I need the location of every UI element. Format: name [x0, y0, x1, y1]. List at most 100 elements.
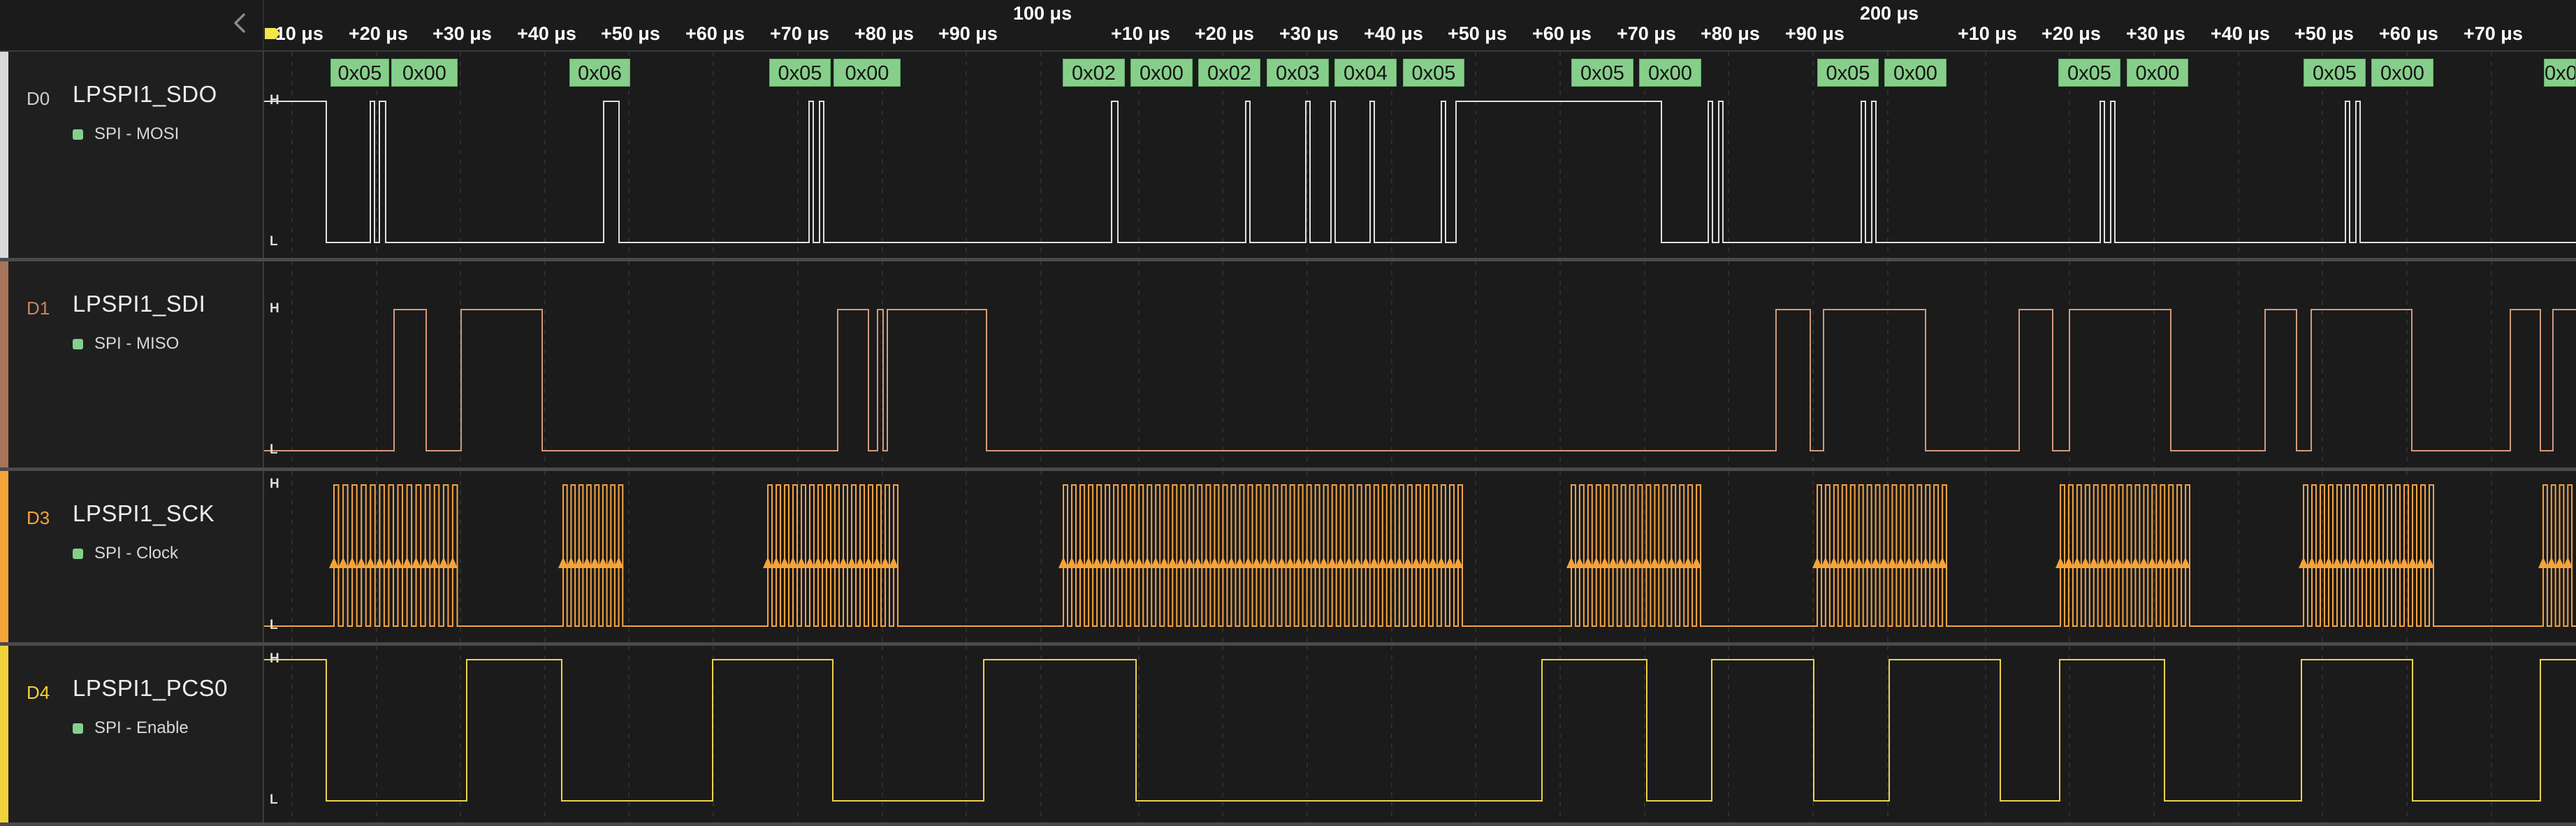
analyzer-label[interactable]: SPI - Enable	[73, 718, 189, 738]
time-tick-label: +60 μs	[685, 23, 745, 44]
clock-edge-arrow-icon	[2164, 557, 2174, 568]
decoded-byte-frame[interactable]: 0x05	[2058, 59, 2120, 87]
time-tick-label: +20 μs	[349, 23, 408, 44]
clock-edge-arrow-icon	[813, 557, 823, 568]
decoded-byte-frame[interactable]: 0x05	[330, 59, 389, 87]
decoded-byte-frame[interactable]: 0x0	[2544, 59, 2576, 87]
clock-edge-arrow-icon	[1377, 557, 1388, 568]
clock-edge-arrow-icon	[365, 557, 376, 568]
clock-edge-arrow-icon	[2172, 557, 2183, 568]
channel-label-panel[interactable]: D1 LPSPI1_SDI SPI - MISO	[8, 261, 263, 468]
clock-edge-arrow-icon	[2055, 557, 2065, 568]
analyzer-name: SPI - Clock	[94, 544, 179, 563]
decoded-byte-frame[interactable]: 0x02	[1063, 59, 1125, 87]
clock-edge-arrow-icon	[1092, 557, 1103, 568]
waveform-area[interactable]: H L 0x05 0x00 0x06 0x05 0x00 0x02 0x00 0x02 0x03 0x…	[264, 52, 2576, 258]
analyzer-label[interactable]: SPI - MOSI	[73, 124, 179, 144]
high-level-label: H	[270, 651, 279, 666]
channel-row-d4[interactable]: D4 LPSPI1_PCS0 SPI - Enable H L	[0, 646, 2576, 826]
clock-edge-arrow-icon	[1591, 557, 1601, 568]
high-level-label: H	[270, 301, 279, 316]
high-level-label: H	[270, 477, 279, 491]
chevron-left-icon	[234, 13, 245, 33]
waveform-area[interactable]: HL0x000xF00x000x000xF20x000x000x000x000x…	[264, 261, 2576, 506]
channel-label-panel[interactable]: D0 LPSPI1_SDO SPI - MOSI	[8, 52, 263, 258]
waveform-area[interactable]: HL	[264, 646, 2576, 823]
clock-edge-arrow-icon	[1566, 557, 1576, 568]
clock-edge-arrow-icon	[1360, 557, 1371, 568]
clock-edge-arrow-icon	[2147, 557, 2157, 568]
decoded-byte-frame[interactable]: 0x03	[1267, 59, 1329, 87]
analyzer-color-icon	[73, 723, 83, 734]
collapse-sidebar-button[interactable]	[222, 6, 257, 41]
channel-row-d0[interactable]: D0 LPSPI1_SDO SPI - MOSI H L 0x05 0x00 0x06 0x05…	[0, 52, 2576, 261]
channel-label-panel[interactable]: D3 LPSPI1_SCK SPI - Clock	[8, 471, 263, 642]
clock-edge-arrow-icon	[393, 557, 403, 568]
clock-edge-arrow-icon	[1302, 557, 1312, 568]
clock-edge-arrow-icon	[1904, 557, 1914, 568]
clock-edge-arrow-icon	[1184, 557, 1195, 568]
decoded-byte-frame[interactable]: 0x05	[1817, 59, 1879, 87]
decoded-byte-frame[interactable]: 0x00	[1639, 59, 1701, 87]
clock-edge-arrow-icon	[1268, 557, 1279, 568]
clock-edge-arrow-icon	[1193, 557, 1203, 568]
clock-edge-arrow-icon	[1260, 557, 1270, 568]
time-tick-label: +50 μs	[2294, 23, 2354, 44]
clock-edge-arrow-icon	[1344, 557, 1354, 568]
time-ruler[interactable]: +10 μs +20 μs +30 μs +40 μs +50 μs +60 μs +70 …	[264, 0, 2576, 50]
high-level-label: H	[270, 93, 279, 108]
decoded-byte-frame[interactable]: 0x00	[2371, 59, 2433, 87]
decoded-byte-frame[interactable]: 0x05	[1571, 59, 1633, 87]
clock-edge-arrow-icon	[855, 557, 865, 568]
clock-edge-arrow-icon	[2315, 557, 2325, 568]
channel-label-panel[interactable]: D4 LPSPI1_PCS0 SPI - Enable	[8, 646, 263, 823]
time-tick-label: +60 μs	[1532, 23, 1592, 44]
decoded-byte-frame[interactable]: 0x06	[569, 59, 630, 87]
decoded-byte-frame[interactable]: 0x00	[834, 59, 901, 87]
clock-edge-arrow-icon	[872, 557, 882, 568]
decoded-byte-frame[interactable]: 0x00	[1884, 59, 1946, 87]
channel-name[interactable]: LPSPI1_SDI	[73, 291, 205, 317]
channel-name[interactable]: LPSPI1_SCK	[73, 500, 214, 527]
clock-edge-arrow-icon	[1427, 557, 1438, 568]
clock-edge-arrow-icon	[429, 557, 439, 568]
decoded-byte-frame[interactable]: 0x02	[1198, 59, 1260, 87]
clock-edge-arrow-icon	[1310, 557, 1320, 568]
timing-marker-icon[interactable]	[263, 25, 282, 42]
channel-row-d1[interactable]: D1LPSPI1_SDISPI - MISOHL0x000xF00x000x00…	[0, 261, 2576, 506]
decoded-byte-frame[interactable]: 0x00	[1130, 59, 1193, 87]
clock-edge-arrow-icon	[2382, 557, 2392, 568]
waveform-area[interactable]: HL	[264, 471, 2576, 642]
clock-edge-arrow-icon	[1201, 557, 1211, 568]
clock-edge-arrow-icon	[1100, 557, 1111, 568]
decoded-byte-frame[interactable]: 0x05	[769, 59, 831, 87]
analyzer-name: SPI - MISO	[94, 334, 180, 353]
clock-edge-arrow-icon	[1608, 557, 1618, 568]
clock-edge-arrow-icon	[1126, 557, 1136, 568]
time-tick-label: +70 μs	[770, 23, 829, 44]
clock-edge-arrow-icon	[1117, 557, 1128, 568]
signal-trace	[264, 101, 2576, 243]
channel-id: D4	[27, 682, 50, 703]
channel-row-d3[interactable]: D3 LPSPI1_SCK SPI - Clock H L	[0, 471, 2576, 646]
clock-edge-arrow-icon	[1683, 557, 1694, 568]
time-tick-label: +30 μs	[432, 23, 492, 44]
clock-edge-arrow-icon	[1582, 557, 1593, 568]
decoded-byte-frame[interactable]: 0x05	[2304, 59, 2366, 87]
clock-edge-arrow-icon	[1862, 557, 1872, 568]
analyzer-label[interactable]: SPI - MISO	[73, 334, 179, 354]
clock-edge-arrow-icon	[2299, 557, 2308, 568]
channel-name[interactable]: LPSPI1_PCS0	[73, 675, 228, 702]
decoded-byte-frame[interactable]: 0x05	[1403, 59, 1464, 87]
analyzer-label[interactable]: SPI - Clock	[73, 544, 178, 563]
clock-edge-arrow-icon	[329, 557, 339, 568]
channel-name[interactable]: LPSPI1_SDO	[73, 81, 217, 108]
clock-edge-arrow-icon	[1134, 557, 1144, 568]
time-tick-label: +70 μs	[1617, 23, 1676, 44]
decoded-byte-frame[interactable]: 0x00	[391, 59, 458, 87]
decoded-byte-frame[interactable]: 0x04	[1334, 59, 1397, 87]
clock-edge-arrow-icon	[2366, 557, 2375, 568]
clock-edge-arrow-icon	[1251, 557, 1262, 568]
time-tick-label: +50 μs	[601, 23, 660, 44]
decoded-byte-frame[interactable]: 0x00	[2127, 59, 2188, 87]
